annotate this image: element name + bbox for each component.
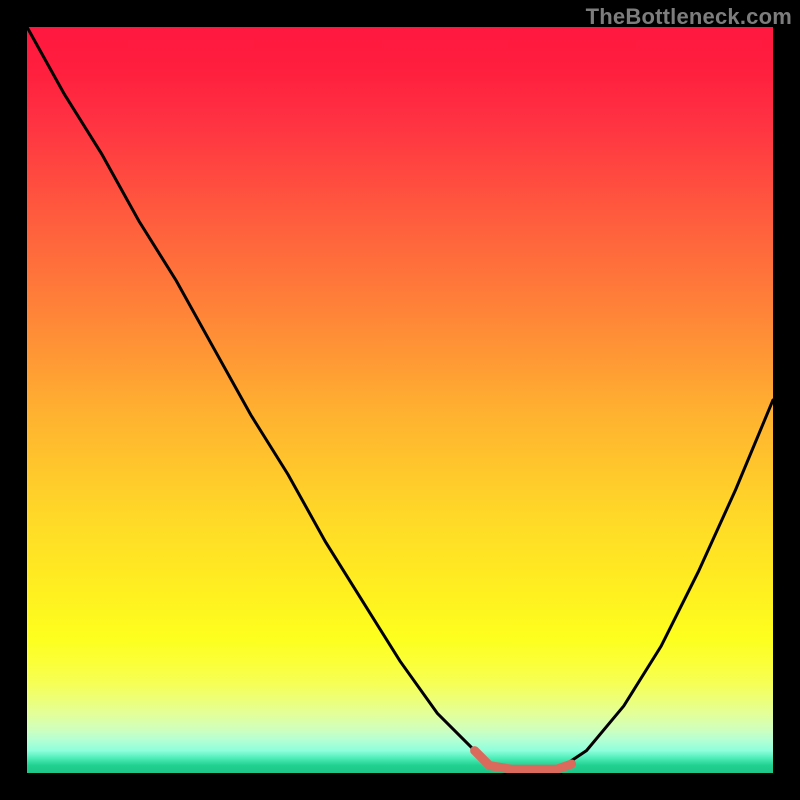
chart-plot-area [27,27,773,773]
chart-frame: TheBottleneck.com [0,0,800,800]
optimal-flat-segment-line [475,751,572,770]
watermark-text: TheBottleneck.com [586,4,792,30]
bottleneck-curve-line [27,27,773,769]
chart-svg [27,27,773,773]
